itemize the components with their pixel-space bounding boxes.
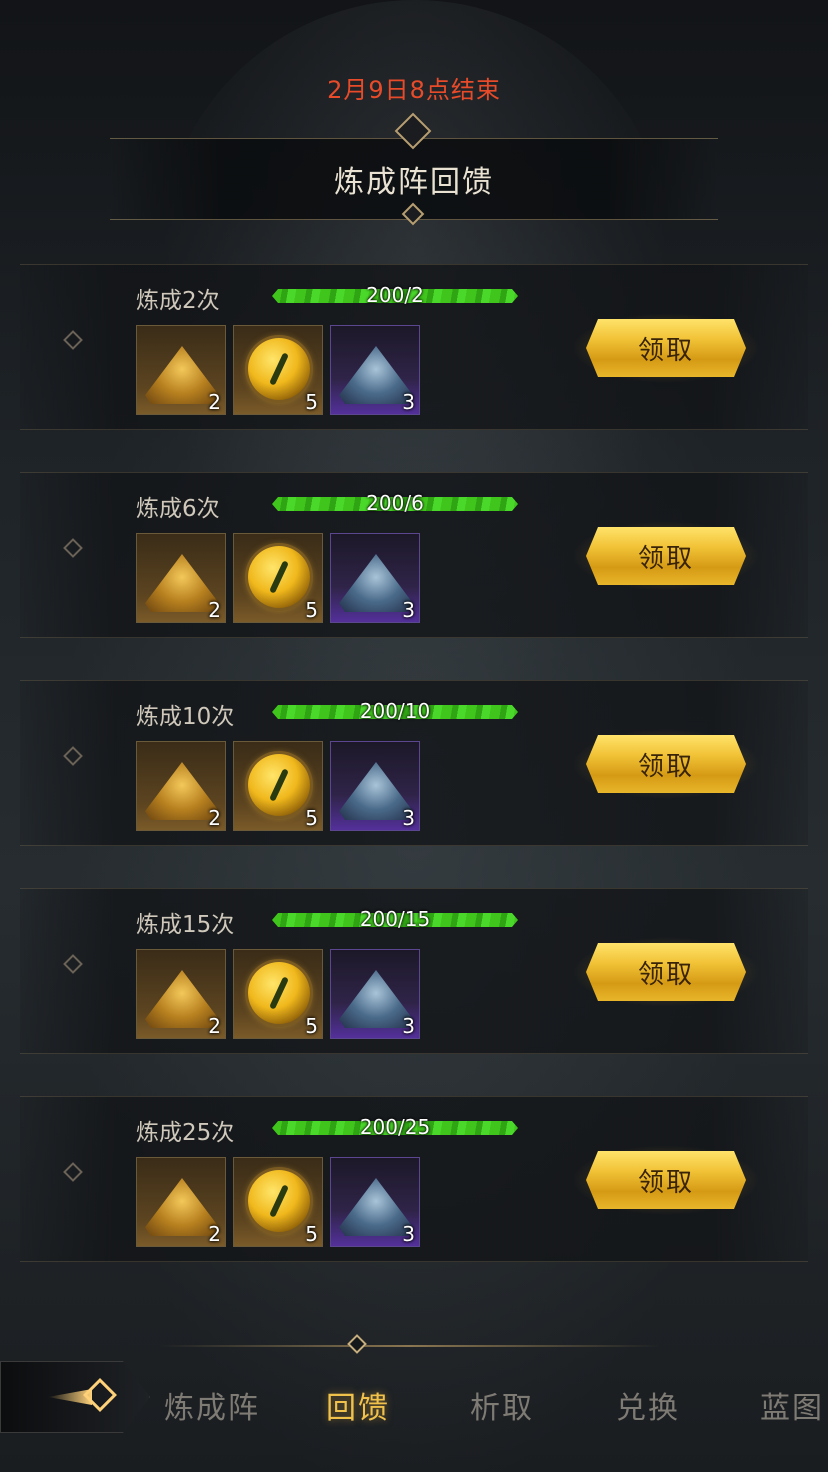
row-diamond-icon (63, 538, 83, 558)
reward-condition: 炼成25次 (136, 1120, 235, 1146)
reward-item-golden-orb[interactable]: 5 (233, 741, 323, 831)
item-count: 5 (305, 598, 318, 622)
item-count: 5 (305, 390, 318, 414)
progress-text: 200/2 (366, 283, 424, 307)
item-count: 2 (208, 806, 221, 830)
bottom-tab-bar: 炼成阵 回馈 析取 兑换 蓝图 (0, 1334, 828, 1472)
reward-item-blue-crystal[interactable]: 3 (330, 533, 420, 623)
reward-item-blue-crystal[interactable]: 3 (330, 1157, 420, 1247)
claim-button[interactable]: 领取 (586, 319, 746, 377)
reward-item-gold-dust[interactable]: 2 (136, 1157, 226, 1247)
reward-item-gold-dust[interactable]: 2 (136, 741, 226, 831)
reward-condition: 炼成6次 (136, 496, 220, 522)
reward-item-golden-orb[interactable]: 5 (233, 533, 323, 623)
reward-item-blue-crystal[interactable]: 3 (330, 325, 420, 415)
golden-orb-icon (248, 546, 310, 608)
claim-button[interactable]: 领取 (586, 1151, 746, 1209)
item-count: 3 (402, 1222, 415, 1246)
item-count: 2 (208, 1014, 221, 1038)
reward-row: 炼成10次 200/10 2 5 3 领取 (20, 680, 808, 846)
item-count: 2 (208, 598, 221, 622)
item-count: 3 (402, 390, 415, 414)
golden-orb-icon (248, 338, 310, 400)
tab-alchemy-array[interactable]: 炼成阵 (164, 1383, 260, 1427)
reward-item-golden-orb[interactable]: 5 (233, 949, 323, 1039)
progress-text: 200/6 (366, 491, 424, 515)
tab-extract[interactable]: 析取 (470, 1383, 534, 1427)
item-count: 2 (208, 390, 221, 414)
reward-item-golden-orb[interactable]: 5 (233, 1157, 323, 1247)
golden-orb-icon (248, 1170, 310, 1232)
row-diamond-icon (63, 954, 83, 974)
reward-item-golden-orb[interactable]: 5 (233, 325, 323, 415)
reward-condition: 炼成15次 (136, 912, 235, 938)
golden-orb-icon (248, 962, 310, 1024)
tab-exchange[interactable]: 兑换 (616, 1383, 680, 1427)
reward-item-gold-dust[interactable]: 2 (136, 325, 226, 415)
reward-item-gold-dust[interactable]: 2 (136, 949, 226, 1039)
item-count: 3 (402, 806, 415, 830)
item-count: 2 (208, 1222, 221, 1246)
item-count: 3 (402, 1014, 415, 1038)
item-count: 5 (305, 806, 318, 830)
row-diamond-icon (63, 330, 83, 350)
event-deadline: 2月9日8点结束 (327, 76, 501, 104)
tab-feedback[interactable]: 回馈 (326, 1383, 390, 1427)
progress-text: 200/25 (359, 1115, 431, 1139)
golden-orb-icon (248, 754, 310, 816)
reward-item-blue-crystal[interactable]: 3 (330, 949, 420, 1039)
item-count: 5 (305, 1014, 318, 1038)
reward-item-gold-dust[interactable]: 2 (136, 533, 226, 623)
claim-button[interactable]: 领取 (586, 735, 746, 793)
reward-condition: 炼成10次 (136, 704, 235, 730)
row-diamond-icon (63, 1162, 83, 1182)
row-diamond-icon (63, 746, 83, 766)
reward-item-blue-crystal[interactable]: 3 (330, 741, 420, 831)
reward-row: 炼成6次 200/6 2 5 3 领取 (20, 472, 808, 638)
progress-text: 200/10 (359, 699, 431, 723)
tab-blueprint[interactable]: 蓝图 (760, 1383, 824, 1427)
progress-text: 200/15 (359, 907, 431, 931)
reward-row: 炼成15次 200/15 2 5 3 领取 (20, 888, 808, 1054)
item-count: 3 (402, 598, 415, 622)
reward-condition: 炼成2次 (136, 288, 220, 314)
reward-row: 炼成2次 200/2 2 5 3 领取 (20, 264, 808, 430)
claim-button[interactable]: 领取 (586, 943, 746, 1001)
claim-button[interactable]: 领取 (586, 527, 746, 585)
reward-row: 炼成25次 200/25 2 5 3 领取 (20, 1096, 808, 1262)
item-count: 5 (305, 1222, 318, 1246)
tab-divider (160, 1345, 660, 1347)
